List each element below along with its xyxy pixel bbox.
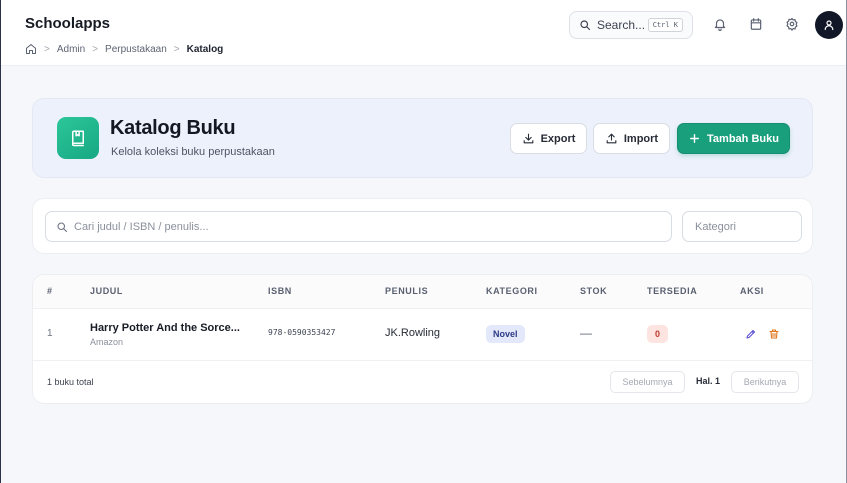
breadcrumb-admin[interactable]: Admin bbox=[57, 44, 85, 55]
book-isbn: 978-0590353427 bbox=[268, 328, 336, 337]
row-number: 1 bbox=[47, 328, 53, 339]
available-badge: 0 bbox=[647, 325, 668, 343]
page-hero-card: Katalog Buku Kelola koleksi buku perpust… bbox=[32, 98, 813, 178]
category-badge: Novel bbox=[486, 325, 525, 343]
previous-page-button[interactable]: Sebelumnya bbox=[610, 371, 685, 393]
book-publisher: Amazon bbox=[90, 337, 124, 347]
search-icon bbox=[56, 221, 68, 233]
catalog-search-input[interactable] bbox=[74, 220, 654, 233]
book-stock: — bbox=[580, 326, 592, 340]
page-indicator: Hal. 1 bbox=[696, 376, 721, 386]
column-isbn: ISBN bbox=[268, 286, 292, 296]
user-icon bbox=[823, 19, 835, 31]
home-icon[interactable] bbox=[25, 43, 37, 55]
add-book-button[interactable]: Tambah Buku bbox=[677, 123, 790, 154]
bell-icon[interactable] bbox=[712, 16, 728, 32]
chevron-right-icon: > bbox=[44, 43, 50, 55]
breadcrumb-perpustakaan[interactable]: Perpustakaan bbox=[105, 44, 167, 55]
export-label: Export bbox=[540, 132, 576, 145]
column-actions: AKSI bbox=[740, 286, 764, 296]
column-title: JUDUL bbox=[90, 286, 124, 296]
page-title: Katalog Buku bbox=[110, 117, 236, 139]
filter-card bbox=[32, 198, 813, 254]
delete-trash-icon[interactable] bbox=[767, 327, 781, 341]
chevron-right-icon: > bbox=[173, 43, 180, 55]
table-row[interactable]: 1 Harry Potter And the Sorce... Amazon 9… bbox=[33, 309, 812, 361]
catalog-search-field[interactable] bbox=[45, 211, 672, 242]
import-label: Import bbox=[623, 132, 659, 145]
export-button[interactable]: Export bbox=[510, 123, 587, 154]
breadcrumb-katalog: Katalog bbox=[186, 43, 224, 55]
book-icon bbox=[57, 117, 99, 159]
search-icon bbox=[579, 19, 591, 31]
catalog-table-card: # JUDUL ISBN PENULIS KATEGORI STOK TERSE… bbox=[32, 274, 813, 404]
top-header: Schoolapps > Admin > Perpustakaan > Kata… bbox=[1, 0, 846, 66]
keyboard-shortcut-badge: Ctrl K bbox=[647, 18, 683, 32]
total-count: 1 buku total bbox=[47, 377, 94, 387]
app-title: Schoolapps bbox=[25, 15, 111, 32]
gear-icon[interactable] bbox=[784, 16, 800, 32]
calendar-icon[interactable] bbox=[748, 16, 764, 32]
category-filter[interactable] bbox=[682, 211, 802, 242]
download-icon bbox=[522, 132, 535, 145]
import-button[interactable]: Import bbox=[593, 123, 670, 154]
global-search-label: Search... bbox=[597, 18, 646, 32]
page-subtitle: Kelola koleksi buku perpustakaan bbox=[111, 146, 275, 158]
user-avatar[interactable] bbox=[815, 11, 843, 39]
chevron-right-icon: > bbox=[92, 43, 99, 55]
column-category: KATEGORI bbox=[486, 286, 538, 296]
column-stock: STOK bbox=[580, 286, 608, 296]
category-filter-input[interactable] bbox=[695, 220, 795, 233]
upload-icon bbox=[605, 132, 618, 145]
column-author: PENULIS bbox=[385, 286, 429, 296]
book-title: Harry Potter And the Sorce... bbox=[90, 322, 240, 334]
global-search-button[interactable]: Search... Ctrl K bbox=[569, 11, 693, 39]
plus-icon bbox=[688, 132, 701, 145]
next-page-button[interactable]: Berikutnya bbox=[731, 371, 799, 393]
column-number: # bbox=[47, 286, 53, 296]
column-available: TERSEDIA bbox=[647, 286, 698, 296]
add-book-label: Tambah Buku bbox=[707, 132, 779, 145]
edit-pencil-icon[interactable] bbox=[744, 327, 758, 341]
window-frame-left bbox=[0, 0, 1, 483]
table-header: # JUDUL ISBN PENULIS KATEGORI STOK TERSE… bbox=[33, 275, 812, 309]
breadcrumb: > Admin > Perpustakaan > Katalog bbox=[25, 43, 223, 55]
book-author: JK.Rowling bbox=[385, 327, 441, 339]
